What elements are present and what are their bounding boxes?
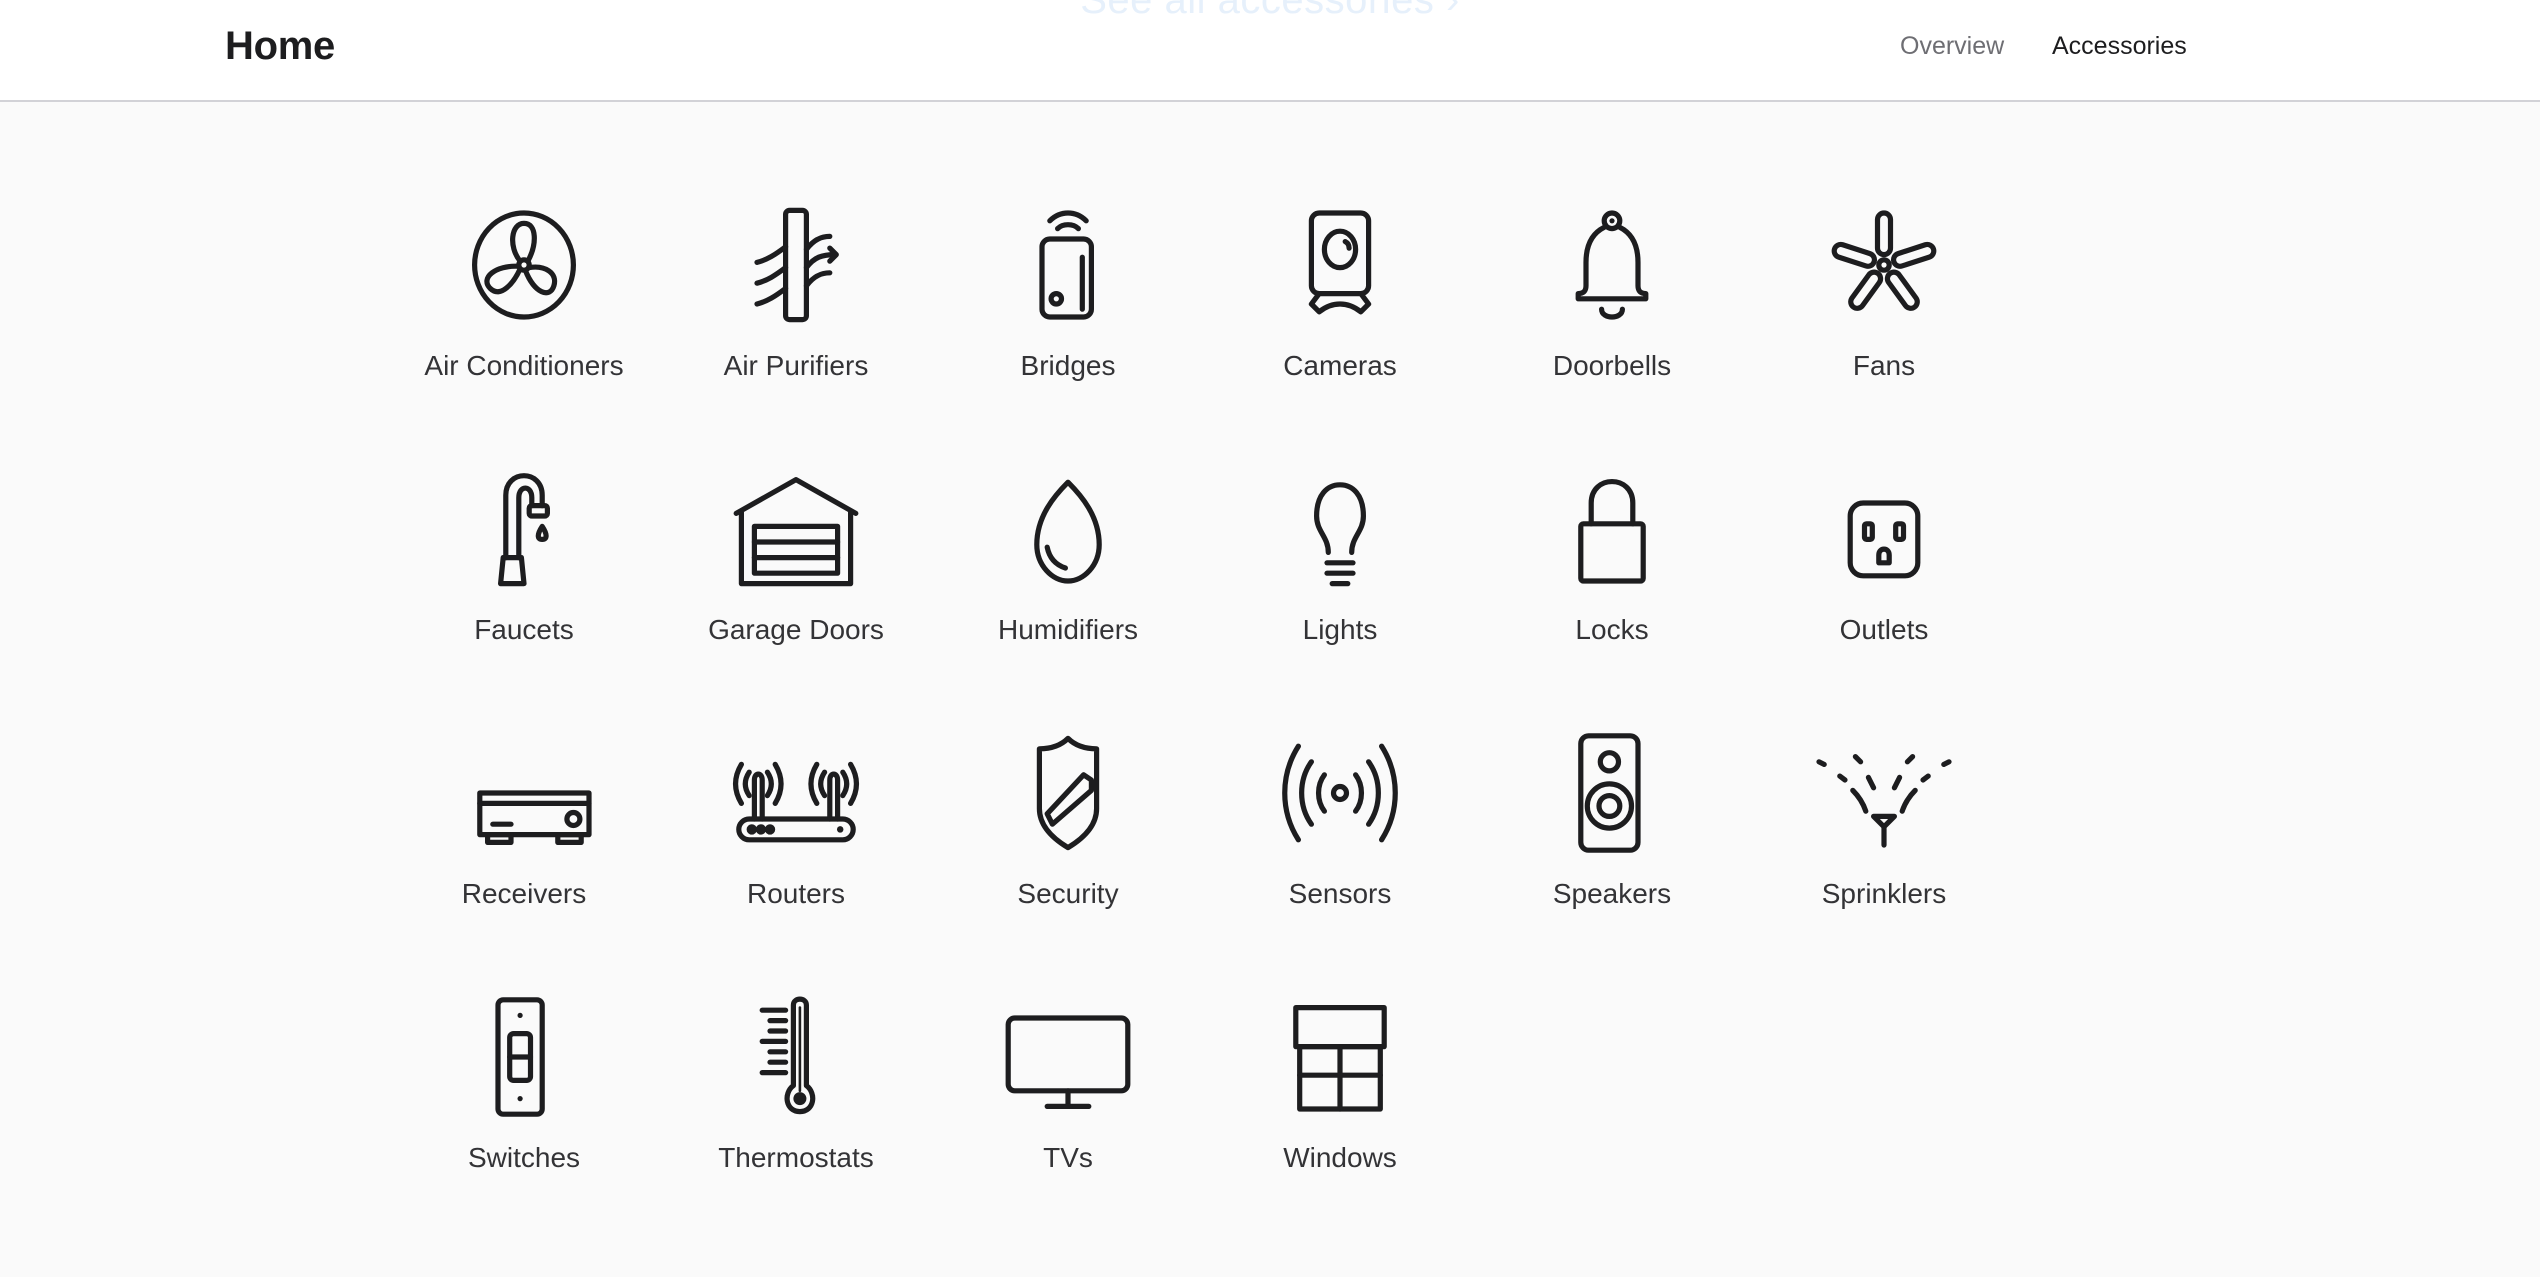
air-conditioner-icon [454, 200, 594, 330]
bridge-icon [998, 200, 1138, 330]
category-label: Thermostats [718, 1142, 874, 1173]
category-tile-tvs[interactable]: TVs [932, 992, 1204, 1256]
category-tile-sprinklers[interactable]: Sprinklers [1748, 728, 2020, 992]
category-label: Lights [1302, 614, 1378, 645]
light-bulb-icon [1270, 464, 1410, 594]
category-label: Locks [1575, 614, 1649, 645]
category-tile-humidifiers[interactable]: Humidifiers [932, 464, 1204, 728]
category-label: Sprinklers [1821, 878, 1947, 909]
category-tile-bridges[interactable]: Bridges [932, 200, 1204, 464]
air-purifier-icon [726, 200, 866, 330]
category-label: Sensors [1288, 878, 1392, 909]
category-label: Garage Doors [708, 614, 884, 645]
outlet-icon [1814, 464, 1954, 594]
nav-accessories-link[interactable]: Accessories [2052, 32, 2187, 61]
security-shield-icon [998, 728, 1138, 858]
category-label: Bridges [1020, 350, 1116, 381]
window-icon [1270, 992, 1410, 1122]
category-tile-thermostats[interactable]: Thermostats [660, 992, 932, 1256]
category-tile-air-purifiers[interactable]: Air Purifiers [660, 200, 932, 464]
category-label: Cameras [1283, 350, 1397, 381]
category-tile-cameras[interactable]: Cameras [1204, 200, 1476, 464]
category-tile-windows[interactable]: Windows [1204, 992, 1476, 1256]
category-label: Faucets [474, 614, 574, 645]
sensor-icon [1270, 728, 1410, 858]
accessory-category-grid: Air Conditioners Air Purifiers Bridges C… [388, 200, 2020, 1256]
category-tile-security[interactable]: Security [932, 728, 1204, 992]
switch-icon [454, 992, 594, 1122]
category-tile-garage-doors[interactable]: Garage Doors [660, 464, 932, 728]
category-label: Routers [746, 878, 846, 909]
category-label: Air Conditioners [424, 350, 624, 381]
category-label: Windows [1283, 1142, 1397, 1173]
receiver-icon [454, 728, 594, 858]
speaker-icon [1542, 728, 1682, 858]
doorbell-icon [1542, 200, 1682, 330]
category-label: Switches [467, 1142, 581, 1173]
humidifier-icon [998, 464, 1138, 594]
category-label: Receivers [461, 878, 587, 909]
home-title-link[interactable]: Home [225, 24, 335, 69]
thermostat-icon [726, 992, 866, 1122]
category-tile-outlets[interactable]: Outlets [1748, 464, 2020, 728]
category-tile-routers[interactable]: Routers [660, 728, 932, 992]
category-label: Speakers [1552, 878, 1672, 909]
category-label: Doorbells [1552, 350, 1672, 381]
category-tile-fans[interactable]: Fans [1748, 200, 2020, 464]
category-label: Security [1017, 878, 1119, 909]
router-icon [726, 728, 866, 858]
lock-icon [1542, 464, 1682, 594]
category-label: Outlets [1839, 614, 1929, 645]
faucet-icon [454, 464, 594, 594]
category-tile-speakers[interactable]: Speakers [1476, 728, 1748, 992]
fan-icon [1814, 200, 1954, 330]
see-all-accessories-link[interactable]: See all accessories › [0, 0, 2540, 23]
category-label: Humidifiers [997, 614, 1139, 645]
nav-overview-link[interactable]: Overview [1900, 32, 2004, 61]
category-label: Fans [1852, 350, 1916, 381]
camera-icon [1270, 200, 1410, 330]
category-label: Air Purifiers [723, 350, 869, 381]
category-tile-sensors[interactable]: Sensors [1204, 728, 1476, 992]
category-tile-faucets[interactable]: Faucets [388, 464, 660, 728]
category-tile-switches[interactable]: Switches [388, 992, 660, 1256]
category-label: TVs [1043, 1142, 1093, 1173]
tv-icon [998, 992, 1138, 1122]
category-tile-locks[interactable]: Locks [1476, 464, 1748, 728]
garage-door-icon [726, 464, 866, 594]
category-tile-air-conditioners[interactable]: Air Conditioners [388, 200, 660, 464]
sprinkler-icon [1814, 728, 1954, 858]
category-tile-doorbells[interactable]: Doorbells [1476, 200, 1748, 464]
category-tile-lights[interactable]: Lights [1204, 464, 1476, 728]
category-tile-receivers[interactable]: Receivers [388, 728, 660, 992]
